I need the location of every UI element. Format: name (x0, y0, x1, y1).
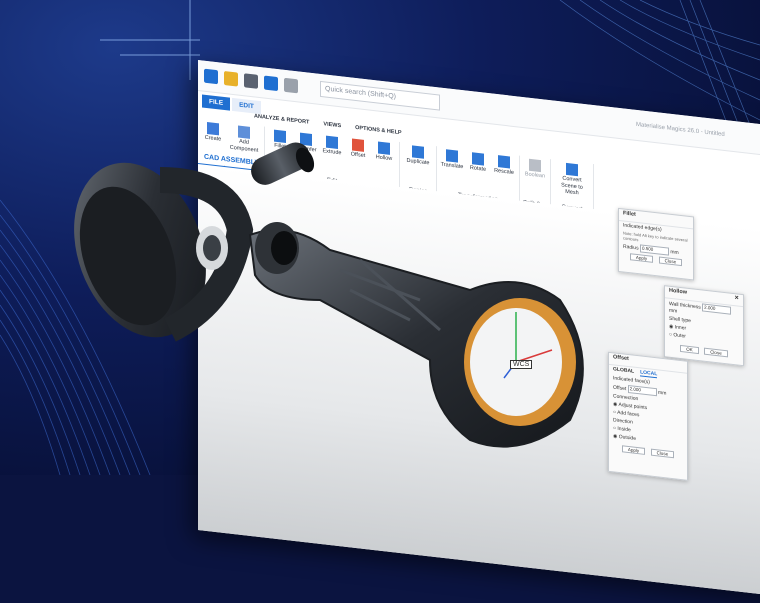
piston-part (74, 162, 254, 342)
3d-parts (74, 142, 584, 448)
piston-pin-part (251, 142, 315, 185)
wcs-label: WCS (510, 360, 533, 369)
connecting-rod-part (248, 222, 584, 448)
